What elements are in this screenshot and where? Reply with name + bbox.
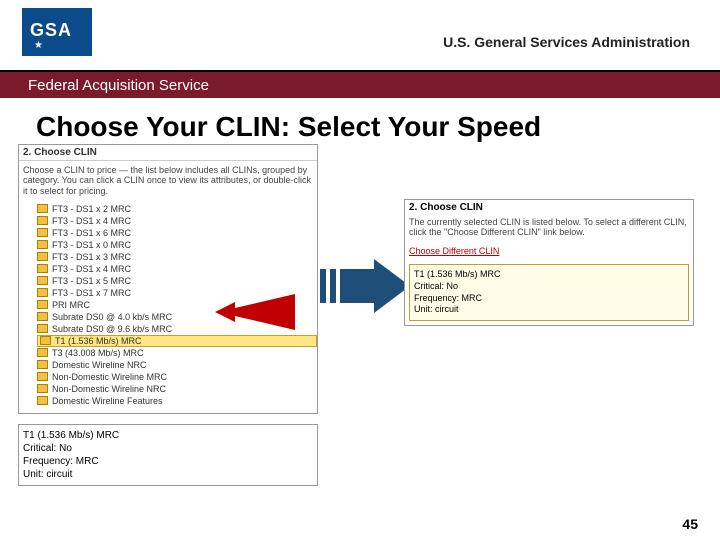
right-step-title: 2. Choose CLIN (405, 200, 693, 215)
subheader-bar: Federal Acquisition Service (0, 70, 720, 98)
right-desc: The currently selected CLIN is listed be… (405, 215, 693, 245)
tree-item[interactable]: FT3 - DS1 x 4 MRC (37, 263, 317, 275)
tree-item-label: FT3 - DS1 x 7 MRC (52, 288, 131, 298)
folder-icon (37, 324, 48, 333)
tree-item[interactable]: T1 (1.536 Mb/s) MRC (37, 335, 317, 347)
tree-item-label: FT3 - DS1 x 2 MRC (52, 204, 131, 214)
tree-item-label: T1 (1.536 Mb/s) MRC (55, 336, 142, 346)
tree-item[interactable]: Domestic Wireline Features (37, 395, 317, 407)
panel-selected-clin: 2. Choose CLIN The currently selected CL… (404, 199, 694, 326)
left-desc: Choose a CLIN to price — the list below … (19, 161, 317, 201)
tree-item-label: Subrate DS0 @ 4.0 kb/s MRC (52, 312, 172, 322)
tree-item-label: Non-Domestic Wireline MRC (52, 372, 167, 382)
selected-line2: Critical: No (414, 281, 684, 293)
folder-icon (37, 300, 48, 309)
tree-item[interactable]: Non-Domestic Wireline NRC (37, 383, 317, 395)
tree-item[interactable]: FT3 - DS1 x 5 MRC (37, 275, 317, 287)
tree-item-label: FT3 - DS1 x 0 MRC (52, 240, 131, 250)
attr-line3: Frequency: MRC (23, 455, 313, 468)
panel-clin-attributes: T1 (1.536 Mb/s) MRC Critical: No Frequen… (18, 424, 318, 486)
folder-icon (37, 204, 48, 213)
tree-item[interactable]: FT3 - DS1 x 0 MRC (37, 239, 317, 251)
header-top: GSA ★ U.S. General Services Administrati… (0, 0, 720, 70)
slide: GSA ★ U.S. General Services Administrati… (0, 0, 720, 540)
tree-item[interactable]: Domestic Wireline NRC (37, 359, 317, 371)
tree-item-label: Subrate DS0 @ 9.6 kb/s MRC (52, 324, 172, 334)
folder-icon (37, 264, 48, 273)
attr-line4: Unit: circuit (23, 468, 313, 481)
selected-line1: T1 (1.536 Mb/s) MRC (414, 269, 684, 281)
folder-icon (37, 216, 48, 225)
blue-arrow-icon (320, 259, 410, 313)
tree-item-label: FT3 - DS1 x 3 MRC (52, 252, 131, 262)
attr-line1: T1 (1.536 Mb/s) MRC (23, 429, 313, 442)
tree-item-label: FT3 - DS1 x 4 MRC (52, 264, 131, 274)
folder-icon (37, 396, 48, 405)
selected-line3: Frequency: MRC (414, 293, 684, 305)
folder-icon (37, 288, 48, 297)
slide-title: Choose Your CLIN: Select Your Speed (0, 98, 720, 144)
folder-icon (37, 228, 48, 237)
folder-icon (37, 240, 48, 249)
tree-item[interactable]: FT3 - DS1 x 3 MRC (37, 251, 317, 263)
tree-item-label: FT3 - DS1 x 6 MRC (52, 228, 131, 238)
selected-clin-box: T1 (1.536 Mb/s) MRC Critical: No Frequen… (409, 264, 689, 321)
attr-line2: Critical: No (23, 442, 313, 455)
selected-line4: Unit: circuit (414, 304, 684, 316)
org-title: U.S. General Services Administration (443, 34, 690, 50)
folder-icon (37, 360, 48, 369)
folder-icon (37, 252, 48, 261)
tree-item-label: Non-Domestic Wireline NRC (52, 384, 166, 394)
content-area: 2. Choose CLIN Choose a CLIN to price — … (0, 144, 720, 524)
folder-icon (40, 336, 51, 345)
gsa-logo: GSA ★ (22, 8, 92, 56)
logo-star-icon: ★ (34, 40, 46, 51)
folder-icon (37, 348, 48, 357)
left-step-title: 2. Choose CLIN (19, 145, 317, 161)
tree-item[interactable]: FT3 - DS1 x 6 MRC (37, 227, 317, 239)
tree-item-label: T3 (43.008 Mb/s) MRC (52, 348, 144, 358)
title-line1: Choose Your CLIN: Select Your Speed (36, 111, 541, 142)
tree-item[interactable]: FT3 - DS1 x 2 MRC (37, 203, 317, 215)
tree-item-label: Domestic Wireline Features (52, 396, 163, 406)
tree-item-label: FT3 - DS1 x 4 MRC (52, 216, 131, 226)
tree-item-label: Domestic Wireline NRC (52, 360, 147, 370)
choose-different-clin-link[interactable]: Choose Different CLIN (405, 244, 503, 258)
folder-icon (37, 372, 48, 381)
tree-item-label: PRI MRC (52, 300, 90, 310)
red-arrow-icon (215, 294, 295, 330)
tree-item[interactable]: FT3 - DS1 x 4 MRC (37, 215, 317, 227)
tree-item-label: FT3 - DS1 x 5 MRC (52, 276, 131, 286)
page-number: 45 (682, 516, 698, 532)
tree-item[interactable]: T3 (43.008 Mb/s) MRC (37, 347, 317, 359)
gsa-logo-text: GSA (22, 8, 92, 41)
folder-icon (37, 384, 48, 393)
panel-choose-clin-tree: 2. Choose CLIN Choose a CLIN to price — … (18, 144, 318, 414)
folder-icon (37, 276, 48, 285)
tree-item[interactable]: Non-Domestic Wireline MRC (37, 371, 317, 383)
folder-icon (37, 312, 48, 321)
